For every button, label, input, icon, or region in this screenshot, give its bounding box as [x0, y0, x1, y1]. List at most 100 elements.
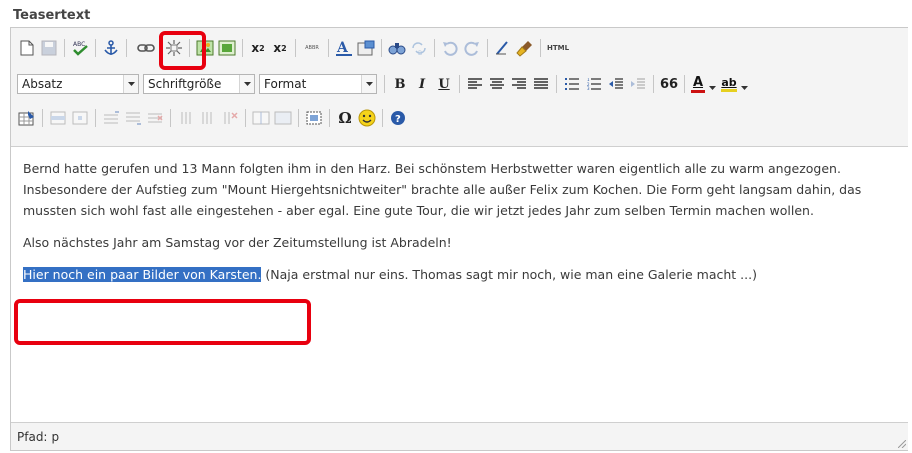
find-icon[interactable] [387, 38, 407, 58]
chevron-down-icon[interactable] [741, 75, 748, 94]
toolbar-separator [381, 39, 382, 57]
help-icon[interactable]: ? [388, 108, 408, 128]
table-cell-props-icon[interactable] [70, 108, 90, 128]
delete-col-icon[interactable] [220, 108, 240, 128]
align-left-icon[interactable] [465, 74, 485, 94]
toolbar-separator [242, 39, 243, 57]
toolbar-separator [382, 109, 383, 127]
html-source-button[interactable]: HTML [546, 38, 570, 58]
insert-row-after-icon[interactable] [123, 108, 143, 128]
toolbar-separator [126, 39, 127, 57]
remove-format-icon[interactable] [493, 38, 513, 58]
align-center-icon[interactable] [487, 74, 507, 94]
blockquote-button[interactable]: 66 [659, 74, 679, 94]
toolbar-separator [95, 109, 96, 127]
insert-template-icon[interactable] [356, 38, 376, 58]
paragraph-text: (Naja erstmal nur eins. Thomas sagt mir … [261, 267, 757, 282]
image-manager-icon[interactable] [217, 38, 237, 58]
save-icon[interactable] [39, 38, 59, 58]
outdent-icon[interactable] [606, 74, 626, 94]
highlight-letter: ab [721, 76, 737, 89]
toolbar-row-2: Absatz Schriftgröße Format B I U 123 66 … [17, 71, 748, 97]
subscript-icon[interactable]: x2 [248, 38, 268, 58]
indent-icon[interactable] [628, 74, 648, 94]
table-row-props-icon[interactable] [48, 108, 68, 128]
abbreviation-button[interactable]: ABBR [301, 38, 323, 58]
toolbar-separator [653, 75, 654, 93]
toolbar-separator [64, 39, 65, 57]
split-cells-icon[interactable] [251, 108, 271, 128]
align-right-icon[interactable] [509, 74, 529, 94]
insert-col-before-icon[interactable] [176, 108, 196, 128]
rich-text-editor: ABC x2 x2 ABBR A B HTML Absatz Schriftgr… [10, 27, 908, 451]
toolbar-separator [95, 39, 96, 57]
font-color-button[interactable]: A [690, 74, 706, 94]
selection-highlight [14, 299, 311, 345]
align-justify-icon[interactable] [531, 74, 551, 94]
toolbar-separator [329, 109, 330, 127]
delete-row-icon[interactable] [145, 108, 165, 128]
bullet-list-icon[interactable] [562, 74, 582, 94]
paragraph: Bernd hatte gerufen und 13 Mann folgten … [23, 161, 862, 218]
editor-content-area[interactable]: Bernd hatte gerufen und 13 Mann folgten … [23, 158, 903, 296]
block-format-select[interactable]: Absatz [17, 74, 139, 94]
paragraph: Also nächstes Jahr am Samstag vor der Ze… [23, 235, 452, 250]
bold-button[interactable]: B [390, 74, 410, 94]
toolbar-separator [459, 75, 460, 93]
format-value: Format [264, 77, 307, 91]
svg-text:A: A [336, 40, 349, 56]
insert-table-icon[interactable] [17, 108, 37, 128]
redo-icon[interactable] [462, 38, 482, 58]
font-size-value: Schriftgröße [148, 77, 222, 91]
visual-aid-icon[interactable] [304, 108, 324, 128]
link-icon[interactable] [136, 38, 156, 58]
spellcheck-icon[interactable]: ABC [70, 38, 90, 58]
toolbar-separator [384, 75, 385, 93]
svg-text:3: 3 [587, 86, 590, 90]
underline-button[interactable]: U [434, 74, 454, 94]
merge-cells-icon[interactable] [273, 108, 293, 128]
toolbar-row-3: Ω ? [17, 105, 410, 131]
toolbar-separator [298, 109, 299, 127]
highlight-color-button[interactable]: ab [720, 74, 738, 94]
special-character-icon[interactable]: Ω [335, 108, 355, 128]
font-color-underline-icon[interactable]: A [334, 38, 354, 58]
path-label: Pfad: [17, 429, 48, 444]
superscript-icon[interactable]: x2 [270, 38, 290, 58]
field-label: Teasertext [13, 8, 91, 23]
selected-text: Hier noch ein paar Bilder von Karsten [23, 267, 258, 282]
block-format-value: Absatz [22, 77, 63, 91]
editor-toolbar: ABC x2 x2 ABBR A B HTML Absatz Schriftgr… [11, 28, 908, 147]
insert-row-before-icon[interactable] [101, 108, 121, 128]
link-button-highlight [159, 31, 206, 70]
toolbar-separator [434, 39, 435, 57]
paragraph: Hier noch ein paar Bilder von Karsten. (… [23, 264, 903, 285]
format-select[interactable]: Format [259, 74, 377, 94]
emoticon-icon[interactable] [357, 108, 377, 128]
undo-icon[interactable] [440, 38, 460, 58]
numbered-list-icon[interactable]: 123 [584, 74, 604, 94]
insert-col-after-icon[interactable] [198, 108, 218, 128]
svg-text:?: ? [395, 114, 401, 125]
font-color-letter: A [692, 74, 704, 90]
toolbar-separator [684, 75, 685, 93]
chevron-down-icon [361, 75, 376, 93]
new-document-icon[interactable] [17, 38, 37, 58]
cleanup-brush-icon[interactable] [515, 38, 535, 58]
toolbar-separator [328, 39, 329, 57]
chevron-down-icon[interactable] [709, 75, 716, 94]
toolbar-separator [42, 109, 43, 127]
resize-grip-icon[interactable] [898, 440, 906, 448]
status-bar: Pfad: p [11, 422, 908, 450]
font-size-select[interactable]: Schriftgröße [143, 74, 255, 94]
anchor-icon[interactable] [101, 38, 121, 58]
replace-icon[interactable]: B [409, 38, 429, 58]
toolbar-separator [556, 75, 557, 93]
toolbar-separator [245, 109, 246, 127]
toolbar-row-1: ABC x2 x2 ABBR A B HTML [17, 35, 572, 61]
chevron-down-icon [239, 75, 254, 93]
toolbar-separator [295, 39, 296, 57]
path-element[interactable]: p [51, 430, 59, 444]
italic-button[interactable]: I [412, 74, 432, 94]
toolbar-separator [170, 109, 171, 127]
